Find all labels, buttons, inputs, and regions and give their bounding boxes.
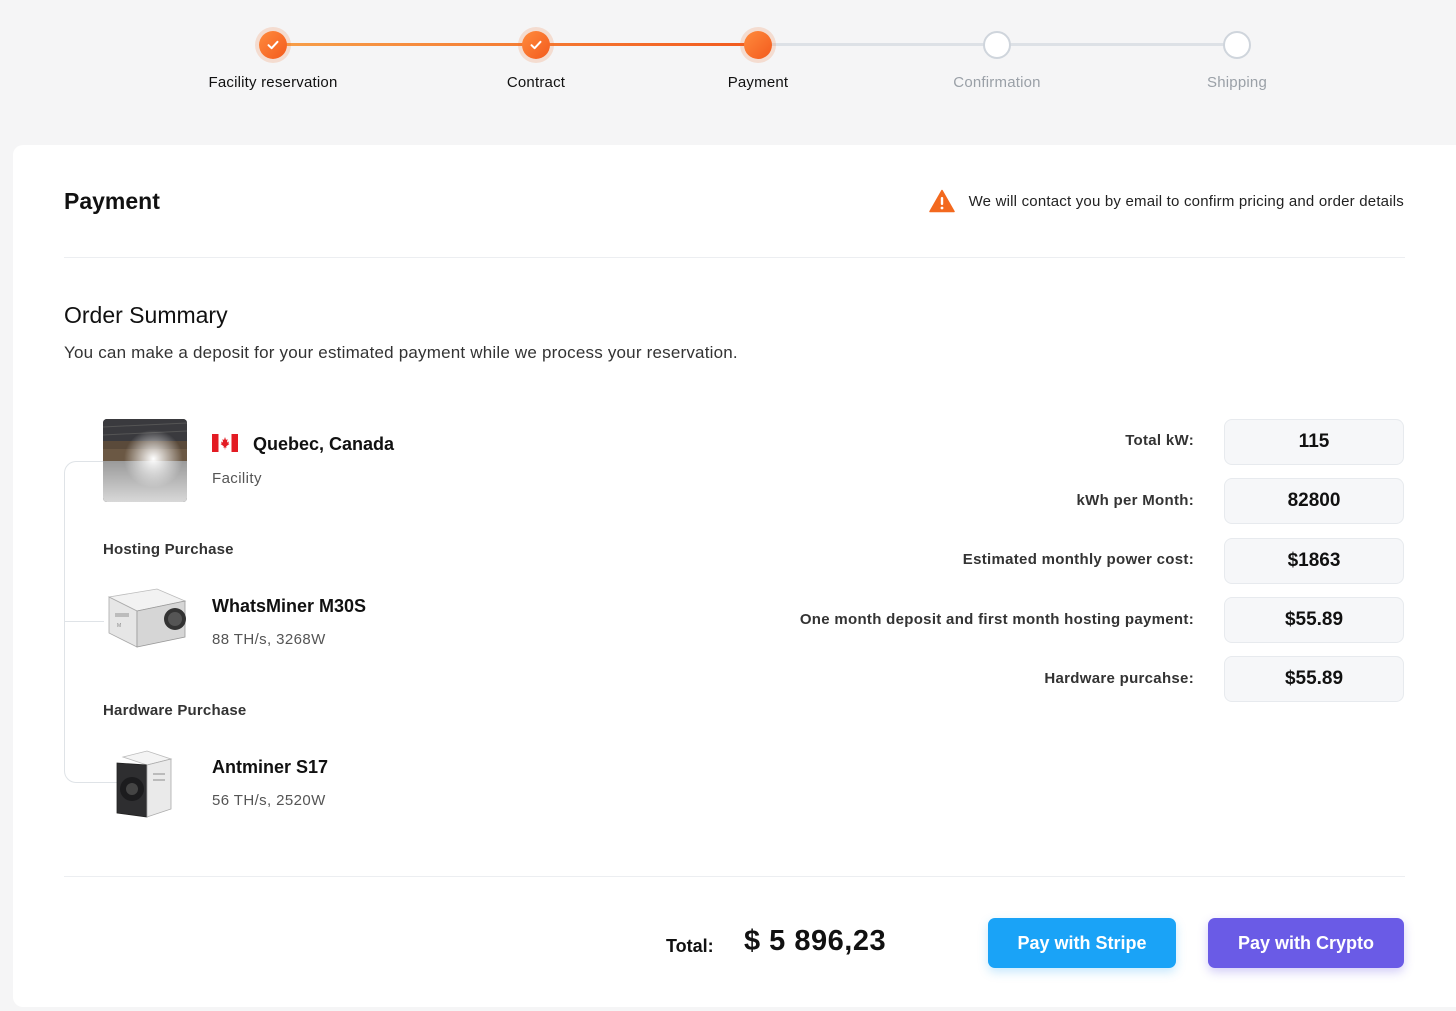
metric-label-total-kw: Total kW: [1125, 432, 1194, 449]
hosting-purchase-label: Hosting Purchase [103, 541, 234, 558]
hosting-item-name: WhatsMiner M30S [212, 596, 367, 616]
hosting-item-specs: 88 TH/s, 3268W [212, 631, 326, 648]
metric-value-total-kw: 115 [1224, 419, 1404, 465]
step-1-check-icon [259, 31, 287, 59]
step-3-current-dot [744, 31, 772, 59]
total-label: Total: [666, 936, 714, 956]
hardware-item-specs: 56 TH/s, 2520W [212, 792, 326, 809]
hardware-purchase-label: Hardware Purchase [103, 702, 247, 719]
facility-name: Quebec, Canada [253, 434, 395, 454]
payment-card: Payment We will contact you by email to … [13, 145, 1456, 1007]
step-4-pending-circle [983, 31, 1011, 59]
step-label-confirmation: Confirmation [953, 74, 1041, 91]
metric-value-kwh-month: 82800 [1224, 478, 1404, 524]
step-label-facility-reservation[interactable]: Facility reservation [163, 74, 383, 91]
pay-with-crypto-button[interactable]: Pay with Crypto [1208, 918, 1404, 968]
metric-value-power-cost: $1863 [1224, 538, 1404, 584]
svg-text:M: M [117, 623, 121, 629]
step-5-pending-circle [1223, 31, 1251, 59]
step-label-payment[interactable]: Payment [648, 74, 868, 91]
metric-label-kwh-month: kWh per Month: [1076, 492, 1194, 509]
metric-value-deposit: $55.89 [1224, 597, 1404, 643]
whatsminer-image: M [103, 583, 189, 655]
metric-label-hardware: Hardware purcahse: [1044, 670, 1194, 687]
footer-divider [64, 876, 1405, 877]
progress-stepper: Facility reservation Contract Payment Co… [0, 0, 1456, 120]
metric-label-power-cost: Estimated monthly power cost: [962, 551, 1194, 568]
canada-flag-icon [212, 434, 238, 452]
tree-branch-hosting [64, 621, 104, 622]
notice-text: We will contact you by email to confirm … [968, 192, 1404, 210]
order-summary-description: You can make a deposit for your estimate… [64, 343, 738, 362]
antminer-image [113, 747, 173, 819]
email-notice: We will contact you by email to confirm … [928, 189, 1404, 213]
step-2-check-icon [522, 31, 550, 59]
stepper-line-completed [273, 43, 758, 46]
pay-with-stripe-button[interactable]: Pay with Stripe [988, 918, 1176, 968]
step-label-shipping: Shipping [1207, 74, 1267, 91]
facility-image [103, 419, 187, 502]
warning-icon [928, 189, 955, 213]
metric-label-deposit: One month deposit and first month hostin… [799, 611, 1194, 628]
total-value: $ 5 896,23 [744, 925, 887, 957]
facility-type: Facility [212, 470, 262, 487]
hardware-item-name: Antminer S17 [212, 757, 329, 777]
header-divider [64, 257, 1405, 258]
order-summary-title: Order Summary [64, 302, 228, 328]
step-label-contract[interactable]: Contract [426, 74, 646, 91]
metric-value-hardware: $55.89 [1224, 656, 1404, 702]
page-title: Payment [64, 188, 160, 214]
